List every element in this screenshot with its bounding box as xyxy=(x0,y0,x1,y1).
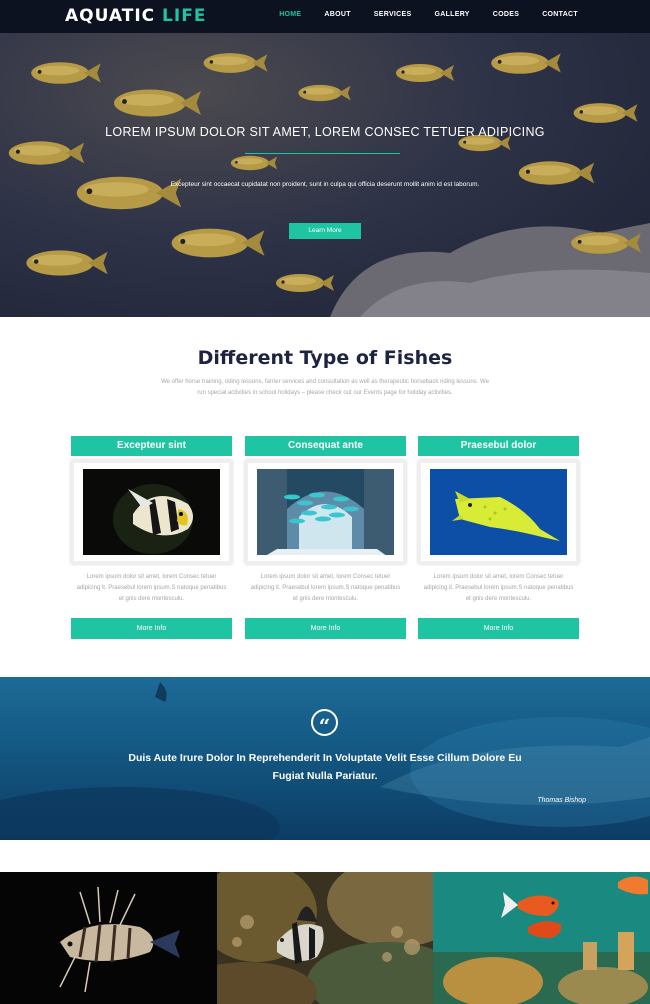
card-title: Excepteur sint xyxy=(71,436,232,456)
top-navbar: AQUATIC LIFE HOME ABOUT SERVICES GALLERY… xyxy=(0,0,650,33)
hero-title: LOREM IPSUM DOLOR SIT AMET, LOREM CONSEC… xyxy=(105,125,545,139)
nav-codes[interactable]: CODES xyxy=(493,11,519,18)
more-info-button[interactable]: More Info xyxy=(71,618,232,639)
card-image-frame xyxy=(71,460,232,564)
card-image-frame xyxy=(418,460,579,564)
cowfish-image[interactable] xyxy=(430,469,567,555)
nav-contact[interactable]: CONTACT xyxy=(542,11,578,18)
learn-more-button[interactable]: Learn More xyxy=(289,223,361,239)
testimonial-text: Duis Aute Irure Dolor In Reprehenderit I… xyxy=(128,752,522,782)
more-info-button[interactable]: More Info xyxy=(418,618,579,639)
fish-types-section: Different Type of Fishes We offer horse … xyxy=(0,317,650,677)
hero-school-of-fish-image xyxy=(8,52,650,317)
nav-gallery[interactable]: GALLERY xyxy=(434,11,469,18)
section-description: We offer horse training, riding lessons,… xyxy=(161,379,489,396)
fish-card-1: Excepteur sint Lorem ipsum dolor sit ame… xyxy=(71,436,232,646)
nav-services[interactable]: SERVICES xyxy=(374,11,412,18)
goldfish-aquarium-image[interactable] xyxy=(433,872,650,1004)
card-title: Consequat ante xyxy=(245,436,406,456)
aquarium-tunnel-image[interactable] xyxy=(257,469,394,555)
logo[interactable]: AQUATIC LIFE xyxy=(65,6,206,26)
reef-fish-image[interactable] xyxy=(216,872,434,1004)
nav-home[interactable]: HOME xyxy=(279,11,301,18)
card-text: Lorem ipsum dolor sit amet, lorem Consec… xyxy=(76,574,227,602)
more-info-button[interactable]: More Info xyxy=(245,618,406,639)
fish-card-2: Consequat ante Lorem ipsum dolor sit ame… xyxy=(245,436,406,646)
testimonial-section: “ Duis Aute Irure Dolor In Reprehenderit… xyxy=(0,677,650,840)
angelfish-image[interactable] xyxy=(83,469,220,555)
card-title: Praesebul dolor xyxy=(418,436,579,456)
testimonial-author: Thomas Bishop xyxy=(537,797,586,804)
logo-word-2: LIFE xyxy=(162,6,207,26)
card-image-frame xyxy=(245,460,406,564)
main-nav: HOME ABOUT SERVICES GALLERY CODES CONTAC… xyxy=(256,11,578,18)
logo-word-1: AQUATIC xyxy=(65,6,156,26)
card-text: Lorem ipsum dolor sit amet, lorem Consec… xyxy=(423,574,574,602)
fish-card-3: Praesebul dolor Lorem ipsum dolor sit am… xyxy=(418,436,579,646)
card-text: Lorem ipsum dolor sit amet, lorem Consec… xyxy=(250,574,401,602)
gallery-strip xyxy=(0,872,650,1004)
lionfish-image[interactable] xyxy=(0,872,217,1004)
section-title: Different Type of Fishes xyxy=(197,347,453,369)
nav-about[interactable]: ABOUT xyxy=(324,11,350,18)
hero-divider xyxy=(245,153,400,154)
quote-icon: “ xyxy=(311,709,338,738)
hero-text: Excepteur sint occaecat cupidatat non pr… xyxy=(170,181,480,188)
hero-banner: LOREM IPSUM DOLOR SIT AMET, LOREM CONSEC… xyxy=(0,33,650,317)
